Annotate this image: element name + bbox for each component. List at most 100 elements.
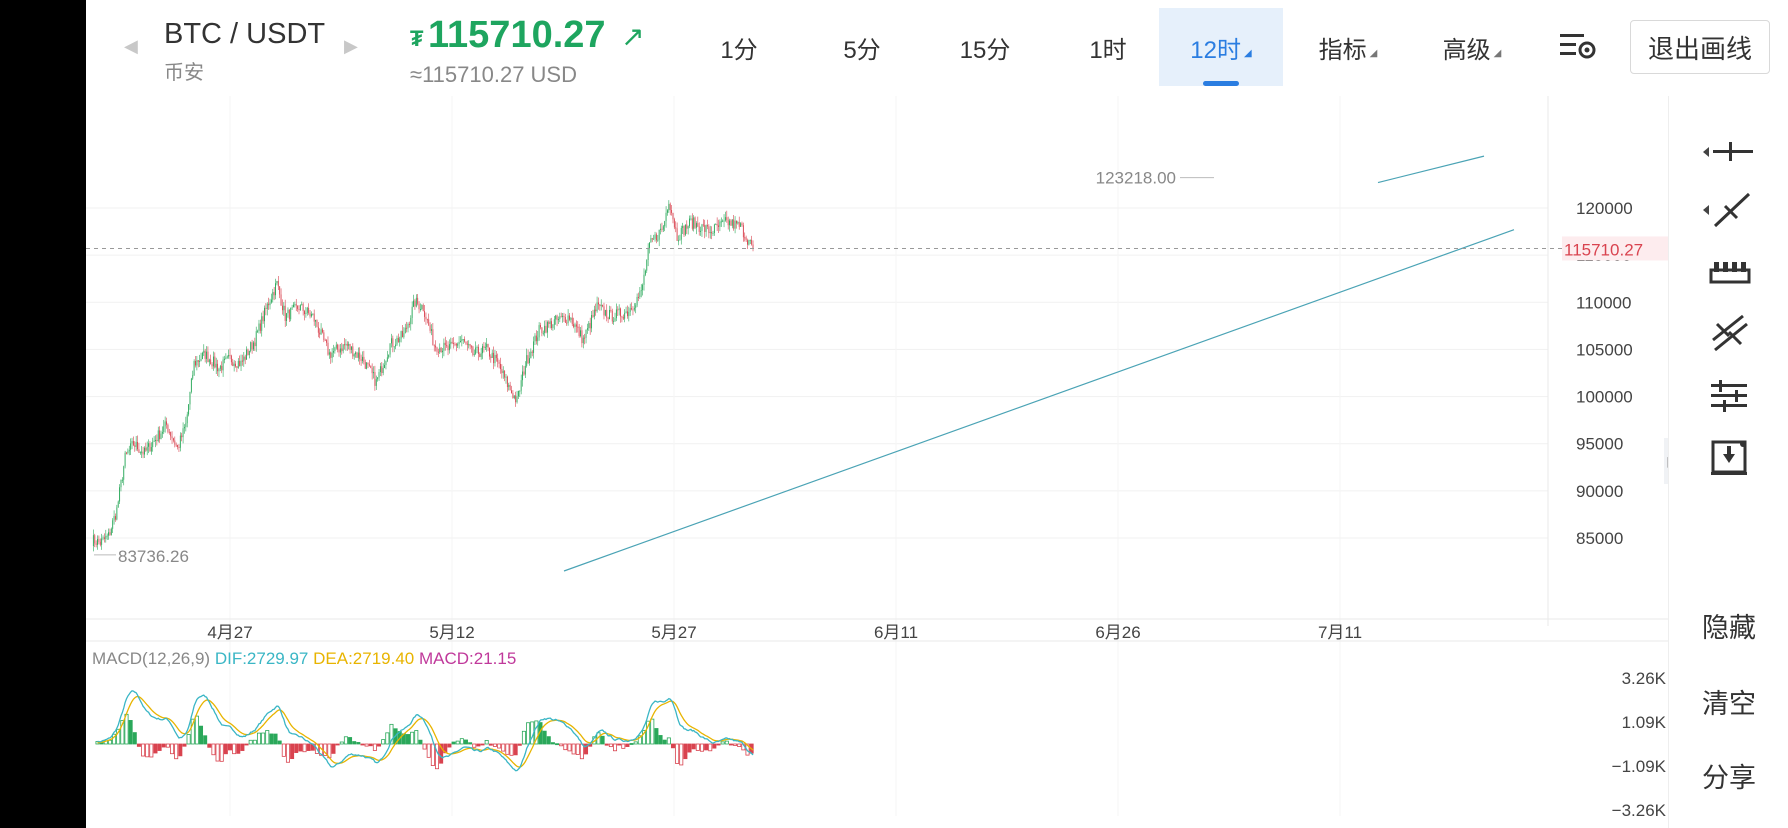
candle-body [716,223,718,226]
indicators-menu[interactable]: 指标 ◢ [1298,8,1398,86]
candle-body [284,305,286,321]
candle-body [355,352,357,355]
macd-histogram-bar [476,743,481,747]
candle-body [381,366,383,374]
dropdown-triangle-icon: ◢ [1369,47,1378,59]
candle-body [624,312,626,319]
tab-12hour[interactable]: 12时 ◢ [1159,8,1283,86]
candle-body [586,328,588,330]
candle-body [367,362,369,365]
candle-body [319,332,321,335]
candle-body [95,543,97,545]
candle-body [178,447,180,449]
macd-histogram-bar [675,743,680,764]
candle-body [421,304,423,309]
candle-body [468,344,470,346]
macd-histogram-bar [546,736,551,745]
tab-15min[interactable]: 15分 [936,8,1034,86]
candle-body [533,341,535,353]
macd-histogram-bar [579,743,584,760]
candle-body [537,337,539,342]
candle-body [345,343,347,346]
candle-body [667,210,668,213]
hide-button[interactable]: 隐藏 [1669,606,1788,645]
exit-drawing-button[interactable]: 退出画线 [1630,20,1770,74]
candle-body [440,347,442,353]
macd-histogram-bar [339,741,344,745]
candle-body [116,507,118,520]
candle-body [152,441,154,448]
macd-histogram-bar [563,743,568,751]
candle-body [508,384,510,388]
candle-body [432,329,434,346]
candle-body [484,346,486,348]
candle-body [462,339,464,341]
candle-body [646,260,648,271]
candle-body [715,223,717,225]
candle-body [264,307,265,322]
candle-body [106,535,108,537]
candle-body [120,480,122,488]
macd-histogram-bar [368,743,373,747]
macd-histogram-bar [136,743,141,747]
candle-body [447,345,449,351]
candle-body [248,350,250,356]
candle-body [581,330,583,344]
candle-body [233,363,235,367]
candle-body [676,228,678,241]
candle-body [349,343,351,350]
macd-histogram-bar [145,743,150,758]
tab-label: 5分 [843,36,881,64]
tab-1min[interactable]: 1分 [690,8,788,86]
candle-body [497,358,499,362]
pair-title[interactable]: BTC / USDT [164,18,325,51]
chart-settings-icon[interactable] [1558,28,1598,64]
candlestick-chart[interactable]: 123218.0083736.2612000011500011000010500… [86,96,1668,828]
trend-line-tool-icon[interactable] [1699,188,1759,232]
candle-body [153,440,155,442]
horizontal-line-tool-icon[interactable] [1699,130,1759,174]
candle-body [294,304,296,306]
next-pair-arrow-icon[interactable]: ▶ [344,36,358,57]
candle-body [422,304,424,312]
candle-body [560,316,562,318]
parallel-channel-tool-icon[interactable] [1699,310,1759,354]
candle-body [473,353,475,355]
candle-body [308,307,310,313]
macd-histogram-bar [364,743,369,747]
candle-body [297,305,299,309]
candle-body [222,359,224,371]
candle-body [174,440,176,445]
candle-body [127,451,129,454]
candle-body [493,352,495,364]
macd-histogram-bar [509,743,514,756]
candle-body [457,343,459,346]
candle-body [204,350,206,359]
ruler-tool-icon[interactable] [1699,250,1759,294]
share-button[interactable]: 分享 [1669,756,1788,795]
candle-body [542,332,544,334]
candle-body [326,340,328,343]
download-icon[interactable] [1699,436,1759,480]
horizontal-lines-tool-icon[interactable] [1699,374,1759,418]
candle-body [279,286,281,295]
clear-button[interactable]: 清空 [1669,682,1788,721]
candle-body [371,367,373,374]
tab-5min[interactable]: 5分 [813,8,911,86]
header: ◀ BTC / USDT 币安 ▶ ₮ 115710.27 ↗ ≈115710.… [86,0,1788,96]
tab-1hour[interactable]: 1时 [1059,8,1157,86]
advanced-menu[interactable]: 高级 ◢ [1422,8,1522,86]
prev-pair-arrow-icon[interactable]: ◀ [124,36,138,57]
candle-body [102,537,104,539]
candle-body [128,449,130,452]
macd-histogram-bar [248,739,253,745]
candle-body [185,423,187,428]
candle-body [675,227,677,229]
candle-body [596,302,598,312]
macd-histogram-bar [302,743,307,753]
candle-body [495,354,497,359]
macd-legend-item: MACD(12,26,9) [92,649,215,668]
candle-body [192,375,194,379]
candle-body [705,225,707,232]
candle-body [388,354,390,358]
